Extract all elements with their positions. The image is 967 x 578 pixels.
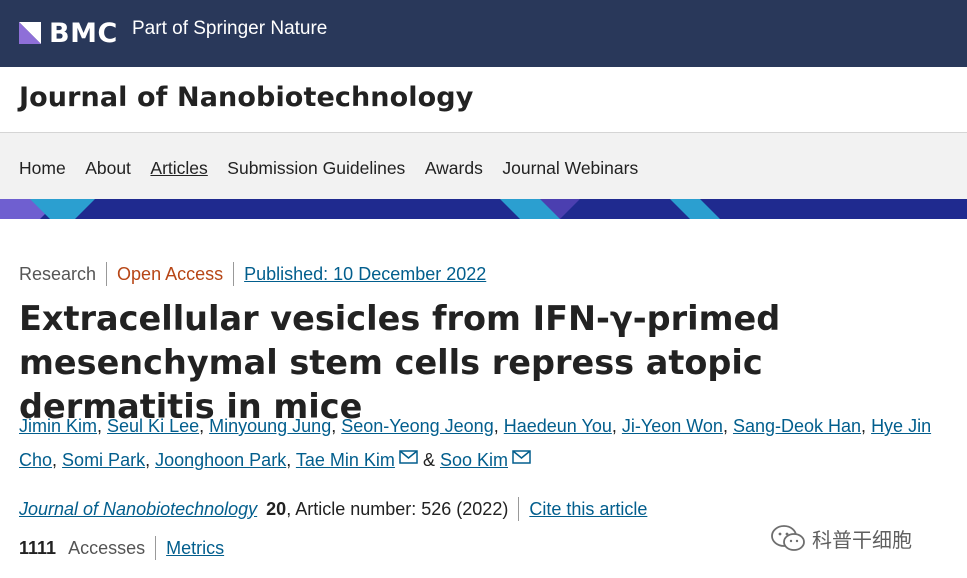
nav-item-home[interactable]: Home <box>19 158 66 179</box>
bmc-logo-text: BMC <box>49 17 118 49</box>
nav-list: Home About Articles Submission Guidelines Aw… <box>19 158 658 179</box>
citation-article-number: , Article number: 526 (2022) <box>286 498 509 519</box>
brand-tagline[interactable]: Part of Springer Nature <box>132 18 327 40</box>
article-type: Research <box>19 263 97 284</box>
watermark-text: 科普干细胞 <box>812 527 912 552</box>
brand-header: BMC Part of Springer Nature <box>0 0 967 67</box>
nav-item-label: About <box>85 158 131 178</box>
journal-nav: Home About Articles Submission Guidelines Aw… <box>0 133 967 199</box>
open-access-badge: Open Access <box>117 263 224 284</box>
author-link[interactable]: Ji-Yeon Won <box>622 416 723 436</box>
nav-item-submission-guidelines[interactable]: Submission Guidelines <box>227 158 405 179</box>
author-conjunction: & <box>422 450 435 470</box>
author-link[interactable]: Minyoung Jung <box>209 416 331 436</box>
divider <box>155 536 157 560</box>
author-link[interactable]: Haedeun You <box>504 416 612 436</box>
nav-item-label: Articles <box>150 158 208 178</box>
nav-item-label: Home <box>19 158 66 178</box>
author-link[interactable]: Seon-Yeong Jeong <box>341 416 493 436</box>
divider <box>106 262 108 286</box>
author-link[interactable]: Jimin Kim <box>19 416 97 436</box>
divider <box>233 262 235 286</box>
journal-header: Journal of Nanobiotechnology <box>0 67 967 133</box>
author-link[interactable]: Seul Ki Lee <box>107 416 199 436</box>
published-date-link[interactable]: Published: 10 December 2022 <box>244 264 486 285</box>
author-link[interactable]: Soo Kim <box>440 450 508 470</box>
wechat-icon <box>771 525 805 551</box>
nav-item-label: Awards <box>424 158 483 178</box>
article-meta: Research Open Access Published: 10 Decem… <box>19 262 486 286</box>
nav-item-articles[interactable]: Articles <box>150 158 207 179</box>
accesses-count: 1111 <box>19 537 57 558</box>
bmc-logo[interactable]: BMC <box>19 15 118 51</box>
metrics-row: 1111 Accesses Metrics <box>19 535 224 561</box>
author-link[interactable]: Somi Park <box>62 450 145 470</box>
author-list: Jimin Kim, Seul Ki Lee, Minyoung Jung, S… <box>19 416 932 470</box>
nav-item-journal-webinars[interactable]: Journal Webinars <box>502 158 638 179</box>
author-link[interactable]: Joonghoon Park <box>155 450 286 470</box>
cite-this-article-link[interactable]: Cite this article <box>529 499 647 520</box>
author-link[interactable]: Sang-Deok Han <box>733 416 861 436</box>
nav-item-about[interactable]: About <box>85 158 131 179</box>
citation-journal-link[interactable]: Journal of Nanobiotechnology <box>19 499 257 520</box>
bmc-logo-icon <box>19 22 41 44</box>
email-icon[interactable] <box>399 450 418 464</box>
email-icon[interactable] <box>512 450 531 464</box>
accesses-label: Accesses <box>68 537 146 558</box>
citation-volume: 20 <box>266 498 287 519</box>
nav-item-label: Journal Webinars <box>502 158 639 178</box>
citation-row: Journal of Nanobiotechnology 20 , Articl… <box>19 496 647 522</box>
author-link[interactable]: Tae Min Kim <box>296 450 395 470</box>
decorative-banner-stripe <box>0 199 967 219</box>
watermark: 科普干细胞 <box>770 521 912 555</box>
nav-item-awards[interactable]: Awards <box>425 158 483 179</box>
divider <box>518 497 520 521</box>
journal-title[interactable]: Journal of Nanobiotechnology <box>19 82 473 113</box>
metrics-link[interactable]: Metrics <box>166 538 224 559</box>
nav-item-label: Submission Guidelines <box>227 158 406 178</box>
